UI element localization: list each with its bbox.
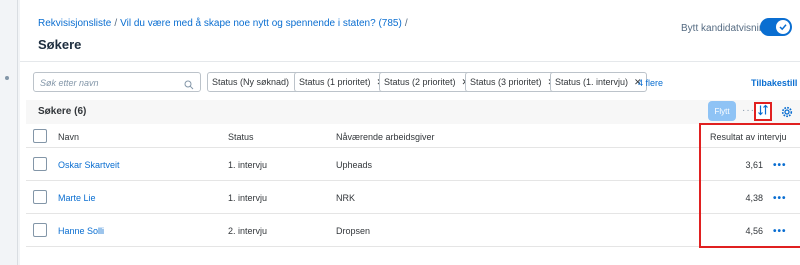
candidates-table: Navn Status Nåværende arbeidsgiver Resul…: [26, 124, 800, 265]
candidate-status: 1. intervju: [228, 193, 268, 203]
row-checkbox[interactable]: [33, 190, 47, 204]
filter-chip-label: Status (2 prioritet): [384, 77, 456, 87]
column-header-employer[interactable]: Nåværende arbeidsgiver: [336, 132, 435, 142]
table-row[interactable]: Oskar Skartveit 1. intervju Upheads 3,61…: [26, 149, 800, 181]
page-header: Rekvisisjonsliste / Vil du være med å skap…: [20, 0, 800, 62]
move-button[interactable]: Flytt: [708, 101, 736, 121]
page-title: Søkere: [38, 37, 82, 52]
table-toolbar: Søkere (6) Flytt ···: [26, 100, 800, 124]
candidate-name-link[interactable]: Oskar Skartveit: [58, 160, 120, 170]
table-row[interactable]: Hanne Solli 2. intervju Dropsen 4,56 •••: [26, 215, 800, 247]
table-row[interactable]: Marte Lie 1. intervju NRK 4,38 •••: [26, 182, 800, 214]
candidate-status: 2. intervju: [228, 226, 268, 236]
candidate-employer: Upheads: [336, 160, 373, 170]
breadcrumb-item-requisition-list[interactable]: Rekvisisjonsliste: [38, 18, 111, 29]
main-panel: Rekvisisjonsliste / Vil du være med å skap…: [20, 0, 800, 265]
table-title: Søkere (6): [38, 106, 87, 117]
candidate-name-link[interactable]: Hanne Solli: [58, 226, 104, 236]
breadcrumb: Rekvisisjonsliste / Vil du være med å skap…: [38, 18, 411, 29]
row-more-icon[interactable]: •••: [773, 226, 787, 237]
filter-chip-interview-1[interactable]: Status (1. intervju) ✕: [550, 72, 647, 92]
collapse-handle-icon[interactable]: [5, 76, 9, 80]
column-header-status[interactable]: Status: [228, 132, 254, 142]
left-rail: [0, 0, 18, 265]
filter-chip-label: Status (3 prioritet): [470, 77, 542, 87]
filter-chip-priority-1[interactable]: Status (1 prioritet)✕: [294, 72, 390, 92]
search-input[interactable]: [34, 74, 174, 92]
column-header-name[interactable]: Navn: [58, 132, 79, 142]
row-checkbox[interactable]: [33, 223, 47, 237]
more-filters-link[interactable]: 4 flere: [638, 78, 663, 88]
filter-chip-priority-2[interactable]: Status (2 prioritet)✕: [379, 72, 475, 92]
candidate-interview-result: 3,61: [745, 160, 763, 170]
switch-candidate-view-toggle[interactable]: [760, 18, 792, 36]
check-icon: [776, 20, 790, 34]
filter-chip-priority-3[interactable]: Status (3 prioritet)✕: [465, 72, 561, 92]
candidate-employer: NRK: [336, 193, 356, 203]
row-checkbox[interactable]: [33, 157, 47, 171]
filter-chip-label: Status (1 prioritet): [299, 77, 371, 87]
column-header-interview-result[interactable]: Resultat av intervju: [710, 132, 787, 142]
candidate-interview-result: 4,56: [745, 226, 763, 236]
row-more-icon[interactable]: •••: [773, 160, 787, 171]
filter-chip-label: Status (1. intervju): [555, 77, 629, 87]
breadcrumb-separator: /: [404, 18, 408, 29]
candidate-name-link[interactable]: Marte Lie: [58, 193, 96, 203]
filter-chip-label: Status (Ny søknad): [212, 77, 290, 87]
settings-gear-icon[interactable]: [781, 105, 793, 123]
select-all-checkbox[interactable]: [33, 129, 47, 143]
candidate-status: 1. intervju: [228, 160, 268, 170]
breadcrumb-separator: /: [114, 18, 118, 29]
search-field[interactable]: [33, 72, 201, 92]
breadcrumb-item-job[interactable]: Vil du være med å skape noe nytt og spen…: [120, 18, 402, 29]
candidate-employer: Dropsen: [336, 226, 371, 236]
candidate-interview-result: 4,38: [745, 193, 763, 203]
table-header-row: Navn Status Nåværende arbeidsgiver Resul…: [26, 124, 800, 148]
filter-chip-new-application[interactable]: Status (Ny søknad)✕: [207, 72, 308, 92]
filter-bar: Status (Ny søknad)✕ Status (1 prioritet)…: [20, 62, 800, 100]
sort-icon: [757, 103, 769, 121]
search-icon[interactable]: [184, 77, 194, 95]
switch-candidate-view-label: Bytt kandidatvisning: [681, 23, 770, 34]
row-more-icon[interactable]: •••: [773, 193, 787, 204]
sort-button[interactable]: [754, 102, 772, 121]
reset-filters-link[interactable]: Tilbakestill: [751, 78, 797, 88]
